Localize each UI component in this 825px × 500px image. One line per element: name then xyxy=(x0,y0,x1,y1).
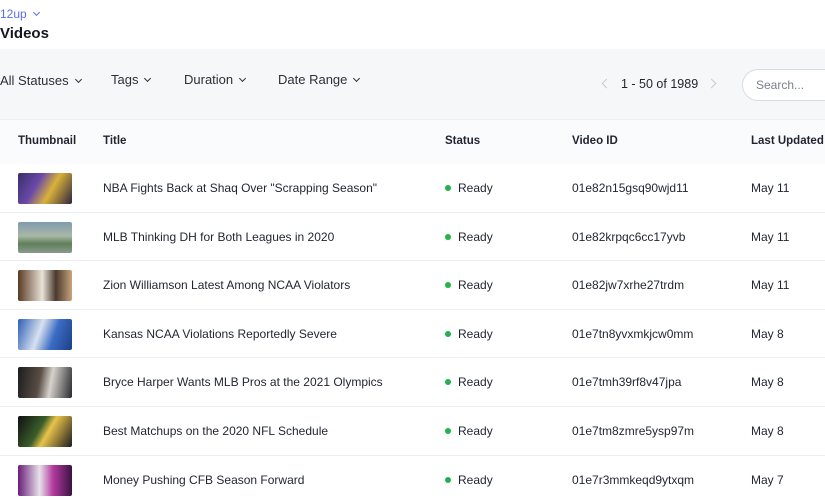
video-thumbnail xyxy=(18,318,72,350)
video-title: Zion Williamson Latest Among NCAA Violat… xyxy=(103,278,351,293)
video-status: Ready xyxy=(458,472,493,487)
last-updated: May 8 xyxy=(751,326,784,341)
column-header-thumbnail: Thumbnail xyxy=(18,135,77,147)
video-id: 01e7tn8yvxmkjcw0mm xyxy=(572,326,694,341)
video-status: Ready xyxy=(458,424,493,438)
chevron-down-icon xyxy=(239,74,247,82)
video-title: Bryce Harper Wants MLB Pros at the 2021 … xyxy=(103,375,383,390)
chevron-down-icon xyxy=(144,74,152,82)
video-title: Best Matchups on the 2020 NFL Schedule xyxy=(103,424,329,438)
org-switcher[interactable]: 12up xyxy=(0,7,40,21)
tags-filter-label: Tags xyxy=(111,72,139,87)
last-updated: May 7 xyxy=(751,472,784,487)
video-id: 01e82krpqc6cc17yvb xyxy=(572,229,686,244)
status-dot-icon xyxy=(445,233,451,240)
table-row[interactable]: Best Matchups on the 2020 NFL Schedule R… xyxy=(0,407,825,456)
video-thumbnail xyxy=(18,416,72,447)
last-updated: May 8 xyxy=(751,424,784,438)
video-title: Money Pushing CFB Season Forward xyxy=(103,472,305,487)
last-updated: May 11 xyxy=(751,278,790,293)
column-header-title[interactable]: Title xyxy=(103,135,126,147)
column-header-last-updated[interactable]: Last Updated xyxy=(751,135,824,147)
video-status: Ready xyxy=(458,278,493,293)
video-id: 01e82jw7xrhe27trdm xyxy=(572,278,685,293)
last-updated: May 8 xyxy=(751,375,784,390)
status-dot-icon xyxy=(445,476,451,483)
video-thumbnail xyxy=(18,221,72,253)
video-title: Kansas NCAA Violations Reportedly Severe xyxy=(103,326,337,341)
date-range-filter-label: Date Range xyxy=(278,72,348,87)
video-id: 01e82n15gsq90wjd11 xyxy=(572,181,689,195)
chevron-down-icon xyxy=(74,75,82,83)
status-dot-icon xyxy=(445,428,451,434)
duration-filter-dropdown[interactable]: Duration xyxy=(184,72,247,87)
video-id: 01e7tmh39rf8v47jpa xyxy=(572,375,682,390)
video-status: Ready xyxy=(458,229,493,244)
table-row[interactable]: Bryce Harper Wants MLB Pros at the 2021 … xyxy=(0,358,825,407)
video-status: Ready xyxy=(458,181,493,195)
tags-filter-dropdown[interactable]: Tags xyxy=(111,72,152,87)
table-row[interactable]: NBA Fights Back at Shaq Over "Scrapping … xyxy=(0,164,825,213)
last-updated: May 11 xyxy=(751,181,790,195)
video-title: MLB Thinking DH for Both Leagues in 2020 xyxy=(103,229,335,244)
table-row[interactable]: Kansas NCAA Violations Reportedly Severe… xyxy=(0,310,825,359)
video-id: 01e7tm8zmre5ysp97m xyxy=(572,424,695,438)
video-thumbnail xyxy=(18,464,72,496)
video-thumbnail xyxy=(18,367,72,399)
chevron-left-icon[interactable] xyxy=(601,78,612,89)
video-title: NBA Fights Back at Shaq Over "Scrapping … xyxy=(103,181,377,195)
column-header-status[interactable]: Status xyxy=(445,135,480,147)
status-dot-icon xyxy=(445,282,451,289)
video-thumbnail xyxy=(18,173,72,204)
search-input[interactable] xyxy=(742,69,825,101)
last-updated: May 11 xyxy=(751,229,790,244)
date-range-filter-dropdown[interactable]: Date Range xyxy=(278,72,361,87)
pagination: 1 - 50 of 1989 xyxy=(600,73,720,95)
duration-filter-label: Duration xyxy=(184,72,234,87)
table-row[interactable]: Zion Williamson Latest Among NCAA Violat… xyxy=(0,261,825,310)
status-filter-label: All Statuses xyxy=(0,73,69,88)
filter-bar: All Statuses Tags Duration Date Range 1 … xyxy=(0,49,825,120)
status-dot-icon xyxy=(445,379,451,386)
status-dot-icon xyxy=(445,185,451,191)
table-row[interactable]: Money Pushing CFB Season Forward Ready 0… xyxy=(0,456,825,500)
page-title: Videos xyxy=(0,25,49,42)
video-thumbnail xyxy=(18,270,72,302)
chevron-right-icon[interactable] xyxy=(706,78,717,89)
org-name: 12up xyxy=(0,7,27,21)
pagination-range: 1 - 50 of 1989 xyxy=(621,77,699,91)
video-id: 01e7r3mmkeqd9ytxqm xyxy=(572,472,695,487)
status-dot-icon xyxy=(445,330,451,337)
chevron-down-icon xyxy=(32,8,40,17)
status-filter-dropdown[interactable]: All Statuses xyxy=(0,73,82,88)
video-status: Ready xyxy=(458,375,493,390)
column-header-video-id[interactable]: Video ID xyxy=(572,135,618,147)
table-header: Thumbnail Title Status Video ID Last Upd… xyxy=(0,120,825,164)
video-status: Ready xyxy=(458,326,493,341)
table-row[interactable]: MLB Thinking DH for Both Leagues in 2020… xyxy=(0,213,825,262)
chevron-down-icon xyxy=(353,74,361,82)
